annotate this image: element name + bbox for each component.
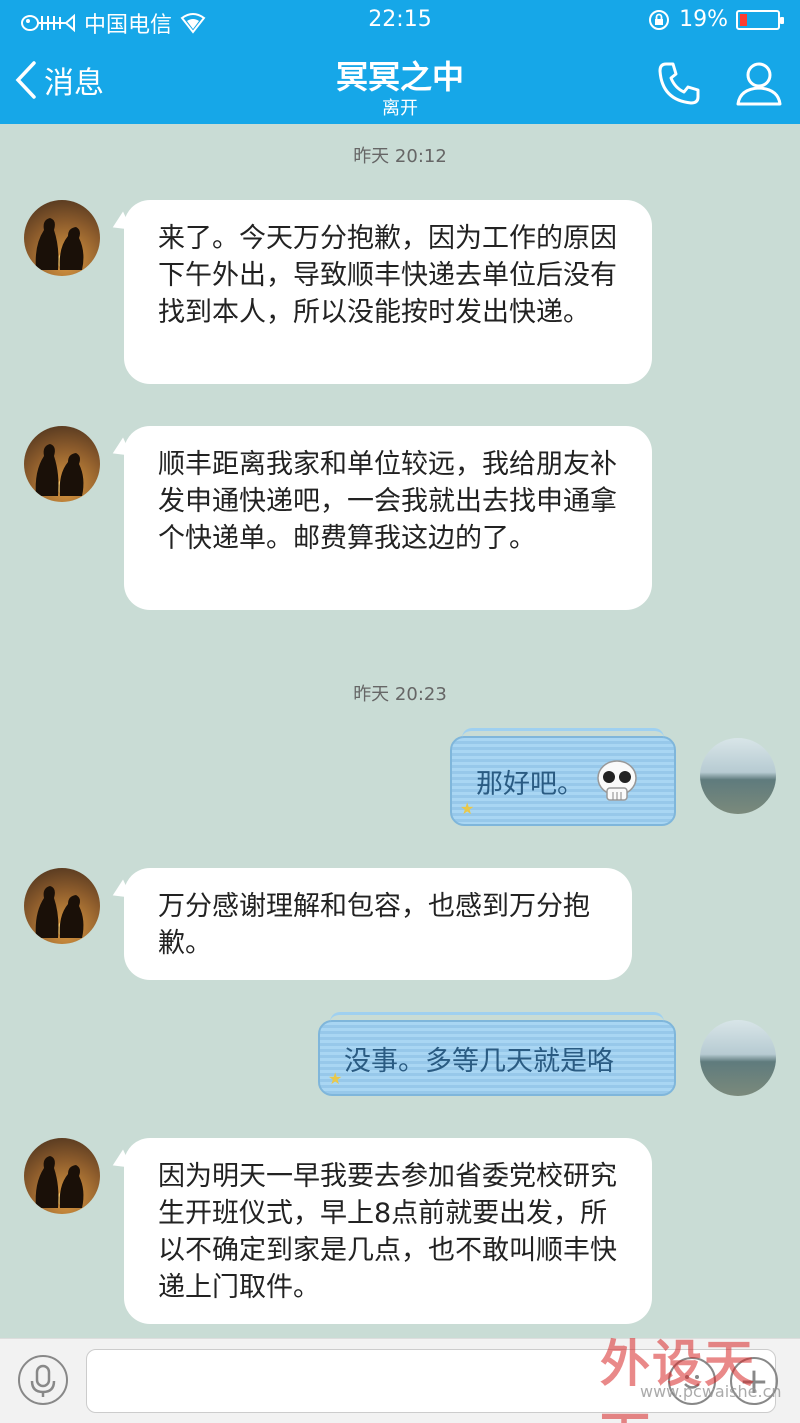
status-bar: 中国电信 22:15 19%: [0, 0, 800, 40]
skull-emoji-icon: [597, 760, 637, 801]
voice-button[interactable]: [18, 1355, 68, 1405]
watermark-logo: 外设天下: [600, 1335, 756, 1423]
rotation-lock-icon: [649, 9, 670, 30]
message-bubble-received[interactable]: 万分感谢理解和包容，也感到万分抱歉。: [124, 868, 632, 980]
contact-avatar[interactable]: [24, 200, 100, 276]
top-bar: 中国电信 22:15 19% 消息 冥冥之中 离开: [0, 0, 800, 124]
person-icon: [736, 62, 782, 106]
message-text: 那好吧。: [476, 768, 584, 800]
penguins-icon: [35, 886, 84, 938]
phone-icon: [658, 62, 700, 105]
contact-avatar[interactable]: [24, 868, 100, 944]
my-avatar[interactable]: [700, 1020, 776, 1096]
contact-avatar[interactable]: [24, 426, 100, 502]
my-avatar[interactable]: [700, 738, 776, 814]
call-button[interactable]: [654, 58, 704, 108]
star-decoration-icon: ★: [328, 1069, 343, 1088]
watermark-url: www.pcwaishe.cn: [640, 1382, 782, 1401]
message-text: 来了。今天万分抱歉，因为工作的原因下午外出，导致顺丰快递去单位后没有找到本人，所…: [158, 223, 617, 328]
contact-avatar[interactable]: [24, 1138, 100, 1214]
star-decoration-icon: ★: [460, 799, 475, 818]
message-text: 因为明天一早我要去参加省委党校研究生开班仪式，早上8点前就要出发，所以不确定到家…: [158, 1161, 617, 1303]
penguins-icon: [35, 1156, 84, 1208]
message-text: 万分感谢理解和包容，也感到万分抱歉。: [158, 891, 590, 959]
penguins-icon: [35, 444, 84, 496]
microphone-icon: [30, 1364, 56, 1397]
timestamp: 昨天 20:12: [353, 146, 447, 167]
message-text: 没事。多等几天就是咯: [344, 1045, 614, 1077]
battery-level: [740, 13, 747, 26]
message-text: 顺丰距离我家和单位较远，我给朋友补发申通快递吧，一会我就出去找申通拿个快递单。邮…: [158, 449, 617, 554]
message-bubble-sent[interactable]: 没事。多等几天就是咯 ★: [318, 1012, 676, 1096]
message-bubble-received[interactable]: 来了。今天万分抱歉，因为工作的原因下午外出，导致顺丰快递去单位后没有找到本人，所…: [124, 200, 652, 384]
message-bubble-sent[interactable]: 那好吧。 ★: [450, 728, 676, 826]
penguins-icon: [35, 218, 84, 270]
message-bubble-received[interactable]: 顺丰距离我家和单位较远，我给朋友补发申通快递吧，一会我就出去找申通拿个快递单。邮…: [124, 426, 652, 610]
message-bubble-received[interactable]: 因为明天一早我要去参加省委党校研究生开班仪式，早上8点前就要出发，所以不确定到家…: [124, 1138, 652, 1324]
battery-icon: [736, 9, 784, 30]
profile-button[interactable]: [734, 58, 784, 108]
timestamp: 昨天 20:23: [353, 684, 447, 705]
battery-percent: 19%: [679, 7, 728, 32]
status-right: 19%: [647, 7, 784, 32]
